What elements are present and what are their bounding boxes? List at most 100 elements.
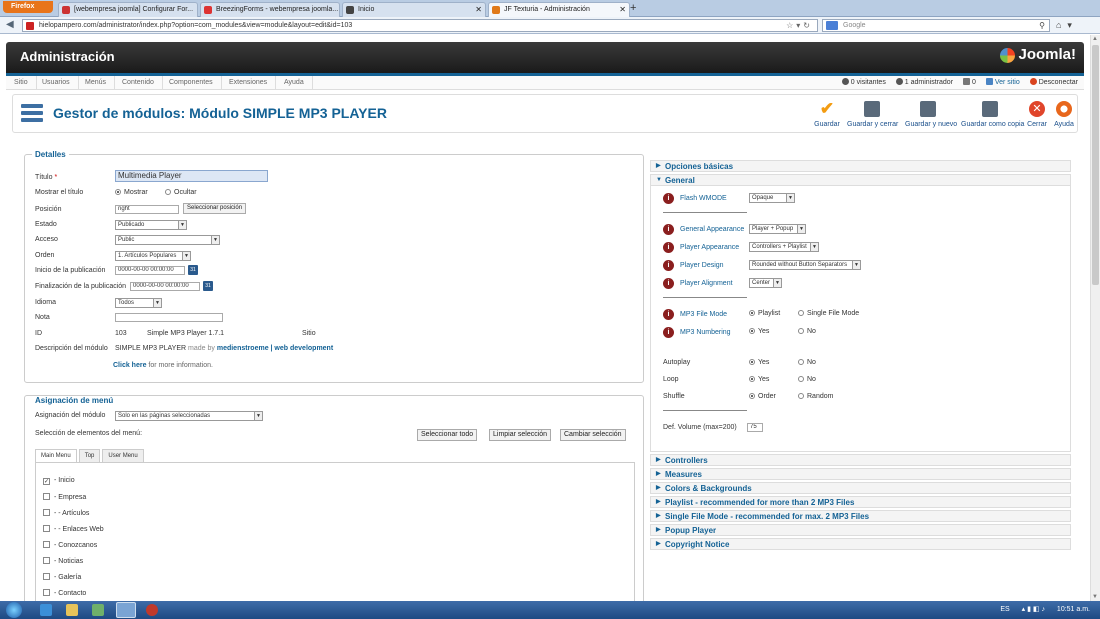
opera-icon[interactable]: [146, 604, 158, 616]
search-box[interactable]: Google ⚲: [822, 19, 1050, 32]
clear-selection-button[interactable]: Limpiar selección: [489, 429, 552, 441]
access-select[interactable]: Public ▼: [115, 235, 220, 245]
new-tab-button[interactable]: +: [630, 2, 636, 15]
playlist-panel[interactable]: ▶ Playlist - recommended for more than 2 …: [650, 496, 1071, 508]
save-new-button[interactable]: Guardar y nuevo: [905, 99, 957, 128]
menu-sitio[interactable]: Sitio: [6, 76, 37, 90]
hide-title-radio[interactable]: Ocultar: [165, 189, 197, 196]
select-position-button[interactable]: Seleccionar posición: [183, 203, 247, 214]
note-input[interactable]: [115, 313, 223, 322]
browser-tab-1[interactable]: [webempresa joomla] Configurar For...: [58, 2, 198, 17]
position-input[interactable]: right: [115, 205, 179, 214]
messages-status[interactable]: 0: [962, 78, 976, 86]
checkbox[interactable]: ✓: [43, 478, 50, 485]
save-close-button[interactable]: Guardar y cerrar: [847, 99, 898, 128]
click-here-link[interactable]: Click here: [113, 362, 146, 369]
checkbox[interactable]: [43, 557, 50, 564]
list-item[interactable]: - Contacto: [43, 589, 86, 597]
close-tab-icon[interactable]: ✕: [619, 3, 626, 16]
toggle-selection-button[interactable]: Cambiar selección: [560, 429, 626, 441]
menu-componentes[interactable]: Componentes: [161, 76, 222, 90]
checkbox[interactable]: [43, 493, 50, 500]
publish-up-input[interactable]: 0000-00-00 00:00:00: [115, 266, 185, 275]
vertical-scrollbar[interactable]: ▲ ▼: [1090, 35, 1100, 601]
close-tab-icon[interactable]: ✕: [475, 3, 482, 16]
menu-ayuda[interactable]: Ayuda: [276, 76, 313, 90]
checkbox[interactable]: [43, 509, 50, 516]
tray-icons[interactable]: ▴ ▮ ◧ ♪: [1022, 606, 1045, 613]
tab-top[interactable]: Top: [78, 449, 101, 462]
calendar-icon[interactable]: 31: [188, 265, 198, 275]
checkbox[interactable]: [43, 541, 50, 548]
popup-player-panel[interactable]: ▶ Popup Player: [650, 524, 1071, 536]
author-link[interactable]: medienstroeme | web development: [217, 345, 333, 352]
title-input[interactable]: Multimedia Player: [115, 170, 268, 182]
help-button[interactable]: Ayuda: [1053, 99, 1075, 128]
copyright-notice-panel[interactable]: ▶ Copyright Notice: [650, 538, 1071, 550]
explorer-folder-icon[interactable]: [66, 604, 78, 616]
checkbox[interactable]: [43, 573, 50, 580]
loop-yes-radio[interactable]: Yes: [749, 376, 769, 383]
shuffle-order-radio[interactable]: Order: [749, 393, 776, 400]
firefox-taskbar-icon[interactable]: [116, 602, 136, 618]
reload-icon[interactable]: ☆▾↻: [786, 20, 813, 31]
url-bar[interactable]: hielopampero.com/administrator/index.php…: [22, 19, 818, 32]
basic-options-panel[interactable]: ▶ Opciones básicas: [650, 160, 1071, 172]
shuffle-random-radio[interactable]: Random: [798, 393, 833, 400]
player-alignment-select[interactable]: Center ▼: [749, 278, 782, 288]
home-icon[interactable]: ⌂▾: [1056, 20, 1078, 31]
logout-link[interactable]: Desconectar: [1029, 78, 1078, 86]
player-appearance-select[interactable]: Controllers + Playlist ▼: [749, 242, 819, 252]
single-file-radio[interactable]: Single File Mode: [798, 310, 859, 317]
general-appearance-select[interactable]: Player + Popup ▼: [749, 224, 806, 234]
order-select[interactable]: 1. Artículos Populares ▼: [115, 251, 191, 261]
media-player-icon[interactable]: [92, 604, 104, 616]
browser-tab-3[interactable]: Inicio ✕: [342, 2, 486, 17]
view-site-link[interactable]: Ver sitio: [985, 78, 1020, 86]
menu-contenido[interactable]: Contenido: [114, 76, 163, 90]
menu-usuarios[interactable]: Usuarios: [34, 76, 79, 90]
scroll-down-icon[interactable]: ▼: [1092, 594, 1098, 600]
list-item[interactable]: ✓ - Inicio: [43, 477, 75, 485]
list-item[interactable]: - Noticias: [43, 557, 83, 565]
save-button[interactable]: ✔ Guardar: [813, 99, 841, 128]
autoplay-no-radio[interactable]: No: [798, 359, 816, 366]
firefox-menu-button[interactable]: Firefox: [3, 1, 53, 13]
module-assignment-select[interactable]: Solo en las páginas seleccionadas ▼: [115, 411, 263, 421]
loop-no-radio[interactable]: No: [798, 376, 816, 383]
numbering-yes-radio[interactable]: Yes: [749, 328, 769, 335]
state-select[interactable]: Publicado ▼: [115, 220, 187, 230]
checkbox[interactable]: [43, 589, 50, 596]
playlist-radio[interactable]: Playlist: [749, 310, 780, 317]
single-file-mode-panel[interactable]: ▶ Single File Mode - recommended for max.…: [650, 510, 1071, 522]
google-engine-icon[interactable]: [826, 21, 838, 30]
calendar-icon[interactable]: 31: [203, 281, 213, 291]
close-button[interactable]: ✕ Cerrar: [1026, 99, 1048, 128]
tab-user-menu[interactable]: User Menu: [102, 449, 144, 462]
player-design-select[interactable]: Rounded without Button Separators ▼: [749, 260, 861, 270]
list-item[interactable]: - Galería: [43, 573, 81, 581]
measures-panel[interactable]: ▶ Measures: [650, 468, 1071, 480]
checkbox[interactable]: [43, 525, 50, 532]
numbering-no-radio[interactable]: No: [798, 328, 816, 335]
clock[interactable]: 10:51 a.m.: [1057, 606, 1090, 613]
show-title-radio[interactable]: Mostrar: [115, 189, 148, 196]
general-panel[interactable]: ▼ General: [650, 174, 1071, 186]
scroll-up-icon[interactable]: ▲: [1092, 36, 1098, 42]
publish-down-input[interactable]: 0000-00-00 00:00:00: [130, 282, 200, 291]
colors-panel[interactable]: ▶ Colors & Backgrounds: [650, 482, 1071, 494]
ie-icon[interactable]: [40, 604, 52, 616]
flash-wmode-select[interactable]: Opaque ▼: [749, 193, 795, 203]
start-button-icon[interactable]: [6, 602, 22, 618]
controllers-panel[interactable]: ▶ Controllers: [650, 454, 1071, 466]
volume-input[interactable]: 75: [747, 423, 763, 432]
browser-tab-2[interactable]: BreezingForms - webempresa joomla...: [200, 2, 340, 17]
list-item[interactable]: - Empresa: [43, 493, 86, 501]
language-select[interactable]: Todos ▼: [115, 298, 162, 308]
autoplay-yes-radio[interactable]: Yes: [749, 359, 769, 366]
browser-tab-4[interactable]: JF Texturia - Administración ✕: [488, 2, 630, 17]
menu-menus[interactable]: Menús: [77, 76, 116, 90]
search-icon[interactable]: ⚲: [1039, 20, 1045, 31]
list-item[interactable]: - - Artículos: [43, 509, 89, 517]
scrollbar-thumb[interactable]: [1092, 45, 1099, 285]
